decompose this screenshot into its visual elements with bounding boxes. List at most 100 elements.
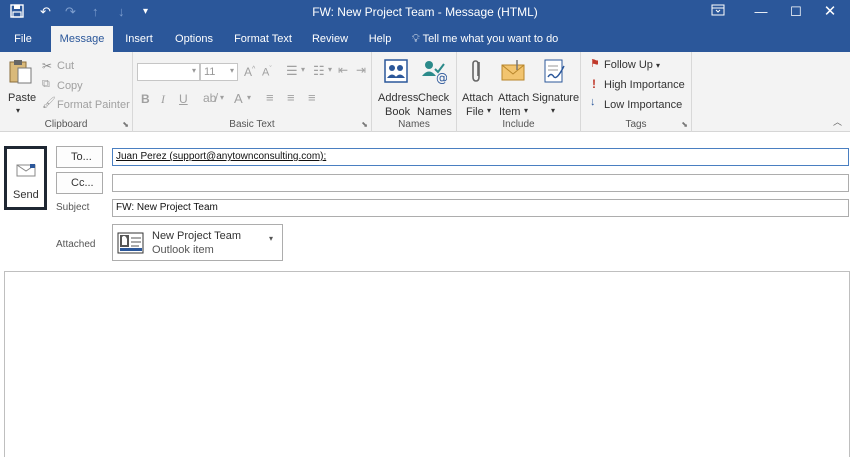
increase-indent-icon[interactable]: ⇥ [356, 63, 366, 77]
signature-icon [544, 59, 565, 83]
low-importance-button[interactable]: Low Importance [604, 99, 682, 111]
high-importance-icon: ! [592, 77, 596, 91]
tab-format-text[interactable]: Format Text [228, 26, 298, 52]
flag-icon: ⚑ [590, 58, 600, 70]
subject-label: Subject [56, 202, 90, 213]
align-center-icon[interactable]: ≡ [287, 90, 295, 105]
tags-group: ⚑ Follow Up ▾ ! High Importance ↓ Low Im… [581, 52, 692, 132]
chevron-down-icon[interactable]: ▾ [269, 234, 273, 243]
font-size-combo[interactable]: 11 ▾ [200, 63, 238, 81]
chevron-down-icon: ▾ [655, 61, 660, 70]
chevron-down-icon: ▾ [328, 65, 333, 74]
ribbon-tabs: File Message Insert Options Format Text … [0, 26, 850, 52]
copy-button[interactable]: Copy [57, 80, 83, 92]
to-field[interactable]: Juan Perez (support@anytownconsulting.co… [112, 148, 849, 166]
ribbon: Paste ▾ ✂ Cut ⧉ Copy 🖌︎ Format Painter C… [0, 52, 850, 132]
chevron-down-icon: ▾ [551, 106, 556, 115]
tab-file[interactable]: File [6, 26, 40, 52]
minimize-icon[interactable]: — [748, 2, 774, 22]
tab-review[interactable]: Review [307, 26, 353, 52]
check-names-icon: @ [422, 61, 447, 84]
chevron-down-icon: ▾ [487, 106, 492, 115]
to-button[interactable]: To... [56, 146, 103, 168]
message-body[interactable] [4, 271, 850, 457]
underline-icon[interactable]: U [179, 92, 188, 106]
highlight-icon[interactable]: ab̸ [203, 91, 216, 105]
clipboard-group-label: Clipboard [44, 119, 88, 130]
format-painter-button[interactable]: Format Painter [57, 99, 130, 111]
attached-label: Attached [56, 239, 96, 250]
paste-label: Paste [8, 92, 37, 104]
chevron-down-icon: ▾ [220, 93, 225, 102]
font-size-value: 11 [204, 66, 216, 78]
names-group-label: Names [398, 119, 430, 130]
grow-font-icon[interactable]: A^ [244, 65, 255, 79]
attach-item-button[interactable]: Attach Item ▾ [496, 56, 530, 118]
attach-file-label-2: File [466, 106, 484, 118]
font-name-combo[interactable]: ▾ [137, 63, 200, 81]
chevron-down-icon: ▾ [191, 66, 196, 75]
paintbrush-icon: 🖌︎ [42, 97, 56, 109]
check-names-label-1: Check [418, 92, 450, 104]
collapse-ribbon-icon[interactable]: ︿ [833, 115, 842, 128]
send-button[interactable]: Send [4, 146, 47, 210]
dialog-launcher-icon[interactable]: ⬊ [681, 120, 688, 129]
paperclip-icon [472, 60, 480, 82]
tags-group-label: Tags [625, 119, 647, 130]
tell-me-search[interactable]: 💡︎ Tell me what you want to do [412, 26, 572, 52]
italic-icon[interactable]: I [161, 92, 165, 107]
include-group-label: Include [502, 119, 535, 130]
signature-button[interactable]: Signature ▾ [531, 56, 579, 116]
paste-button[interactable]: Paste ▾ [3, 56, 37, 116]
close-icon[interactable]: ✕ [817, 2, 843, 22]
outlook-message-window: ↶ ↷ ↑ ↓ ▾ FW: New Project Team - Message… [0, 0, 850, 457]
envelope-icon [501, 60, 525, 81]
numbering-icon[interactable]: ☷ [313, 63, 325, 79]
names-group: Address Book @ Check Names Names [372, 52, 457, 132]
follow-up-button[interactable]: Follow Up ▾ [604, 59, 660, 71]
low-importance-icon: ↓ [590, 96, 596, 108]
signature-label: Signature [532, 92, 580, 104]
decrease-indent-icon[interactable]: ⇤ [338, 63, 348, 77]
shrink-font-icon[interactable]: Aˇ [262, 66, 272, 79]
align-right-icon[interactable]: ≡ [308, 90, 316, 105]
check-names-label-2: Names [417, 106, 452, 118]
dialog-launcher-icon[interactable]: ⬊ [122, 120, 129, 129]
chevron-down-icon: ▾ [301, 65, 306, 74]
ribbon-display-icon[interactable] [705, 2, 731, 22]
include-group: Attach File ▾ Attach Item ▾ Signature ▾ … [457, 52, 581, 132]
cut-button[interactable]: Cut [57, 60, 74, 72]
clipboard-group: Paste ▾ ✂ Cut ⧉ Copy 🖌︎ Format Painter C… [0, 52, 133, 132]
font-color-icon[interactable]: A [234, 91, 243, 106]
align-left-icon[interactable]: ≡ [266, 90, 274, 105]
dialog-launcher-icon[interactable]: ⬊ [361, 120, 368, 129]
cc-field[interactable] [112, 174, 849, 192]
tab-options[interactable]: Options [168, 26, 220, 52]
maximize-icon[interactable]: ☐ [783, 2, 809, 22]
cc-button[interactable]: Cc... [56, 172, 103, 194]
address-book-button[interactable]: Address Book [375, 56, 418, 118]
subject-field[interactable]: FW: New Project Team [112, 199, 849, 217]
paste-icon [9, 60, 32, 84]
check-names-button[interactable]: @ Check Names [416, 56, 454, 118]
tab-help[interactable]: Help [362, 26, 398, 52]
follow-up-label: Follow Up [604, 59, 653, 71]
bold-icon[interactable]: B [141, 92, 150, 106]
to-recipient: Juan Perez (support@anytownconsulting.co… [116, 151, 327, 162]
chevron-down-icon: ▾ [16, 106, 21, 115]
chevron-down-icon: ▾ [524, 106, 529, 115]
tell-me-label: Tell me what you want to do [422, 33, 559, 45]
attach-file-button[interactable]: Attach File ▾ [460, 56, 494, 118]
outlook-item-icon [117, 232, 144, 254]
copy-icon: ⧉ [42, 78, 50, 90]
bullets-icon[interactable]: ☰ [286, 63, 298, 79]
high-importance-button[interactable]: High Importance [604, 79, 685, 91]
attachment-item[interactable]: New Project Team Outlook item ▾ [112, 224, 283, 261]
lightbulb-icon: 💡︎ [412, 33, 420, 45]
chevron-down-icon: ▾ [247, 93, 252, 102]
tab-insert[interactable]: Insert [118, 26, 160, 52]
basic-text-group: ▾ 11 ▾ A^ Aˇ ☰ ▾ ☷ ▾ ⇤ ⇥ B I U ab̸ ▾ A ▾… [133, 52, 372, 132]
attach-file-label-1: Attach [462, 92, 494, 104]
tab-message[interactable]: Message [51, 26, 113, 52]
basic-text-group-label: Basic Text [229, 119, 275, 130]
